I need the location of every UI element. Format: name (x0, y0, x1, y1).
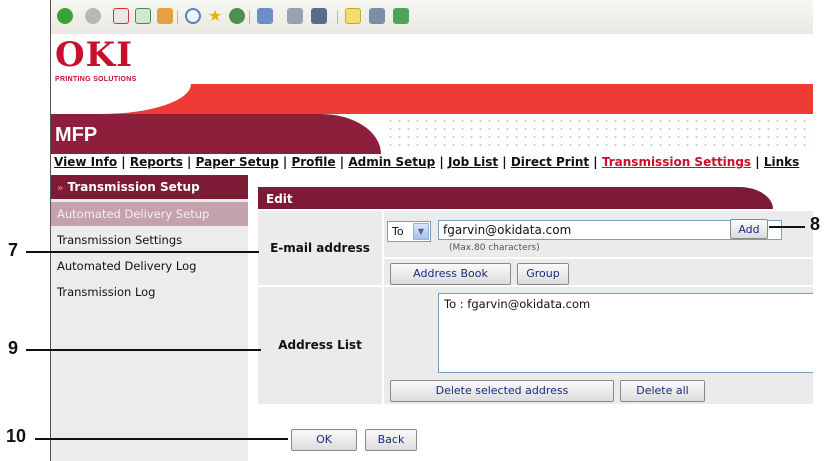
nav-direct-print[interactable]: Direct Print (511, 155, 589, 169)
nav-paper-setup[interactable]: Paper Setup (196, 155, 279, 169)
nav-job-list[interactable]: Job List (448, 155, 498, 169)
stop-icon[interactable] (113, 8, 129, 24)
back-icon[interactable] (57, 8, 73, 24)
delete-all-button[interactable]: Delete all (620, 380, 705, 402)
favorites-icon[interactable]: ★ (207, 8, 223, 24)
sidebar-item-automated-delivery-setup[interactable]: Automated Delivery Setup (51, 202, 248, 226)
product-title: MFP (55, 124, 98, 146)
browser-toolbar: ★ (51, 0, 813, 35)
nav-view-info[interactable]: View Info (54, 155, 117, 169)
callout-line-7 (26, 251, 259, 253)
callout-9: 9 (8, 338, 19, 358)
discuss-icon[interactable] (345, 8, 361, 24)
callout-7: 7 (8, 240, 19, 260)
nav-reports[interactable]: Reports (130, 155, 183, 169)
toolbar-separator (177, 10, 178, 24)
main-nav: View Info | Reports | Paper Setup | Prof… (54, 155, 800, 169)
address-list-label: Address List (258, 287, 382, 404)
list-item[interactable]: To : fgarvin@okidata.com (444, 297, 813, 311)
forward-icon[interactable] (85, 8, 101, 24)
sidebar-item-transmission-log[interactable]: Transmission Log (51, 280, 248, 304)
nav-profile[interactable]: Profile (291, 155, 335, 169)
chevron-down-icon: ▼ (413, 223, 429, 240)
address-list[interactable]: To : fgarvin@okidata.com (438, 293, 813, 373)
messenger-icon[interactable] (393, 8, 409, 24)
sidebar-item-transmission-settings[interactable]: Transmission Settings (51, 228, 248, 252)
email-hint: (Max.80 characters) (449, 243, 540, 253)
refresh-icon[interactable] (135, 8, 151, 24)
back-button[interactable]: Back (365, 429, 417, 451)
mail-icon[interactable] (257, 8, 273, 24)
callout-line-8 (769, 226, 805, 228)
home-icon[interactable] (157, 8, 173, 24)
edit-icon[interactable] (311, 8, 327, 24)
product-banner (51, 114, 381, 154)
dot-pattern (386, 117, 813, 151)
toolbar-separator (337, 10, 338, 24)
print-icon[interactable] (287, 8, 303, 24)
nav-transmission-settings[interactable]: Transmission Settings (602, 155, 751, 169)
edit-section-header: Edit (258, 187, 773, 209)
callout-8: 8 (810, 214, 821, 234)
history-icon[interactable] (229, 8, 245, 24)
research-icon[interactable] (369, 8, 385, 24)
nav-admin-setup[interactable]: Admin Setup (348, 155, 435, 169)
toolbar-separator (249, 10, 250, 24)
group-button[interactable]: Group (517, 263, 569, 285)
search-icon[interactable] (185, 8, 201, 24)
oki-logo: OKI (55, 35, 134, 75)
delete-selected-button[interactable]: Delete selected address (390, 380, 614, 402)
add-button[interactable]: Add (730, 219, 768, 239)
callout-line-9 (26, 349, 261, 351)
email-label: E-mail address (258, 211, 382, 285)
logo-tagline: PRINTING SOLUTIONS (55, 76, 137, 83)
sidebar: » Transmission Setup Automated Delivery S… (51, 175, 248, 461)
callout-10: 10 (6, 426, 27, 446)
nav-links[interactable]: Links (764, 155, 799, 169)
sidebar-heading: » Transmission Setup (51, 175, 248, 199)
callout-line-10 (35, 438, 288, 440)
browser-window: ★ OKI PRINTING SOLUTIONS MFP View Info |… (50, 0, 813, 461)
address-book-button[interactable]: Address Book (390, 263, 511, 285)
header-red-band (51, 84, 813, 114)
chevron-icon: » (57, 183, 64, 194)
ok-button[interactable]: OK (291, 429, 357, 451)
recipient-type-select[interactable]: To ▼ (387, 221, 431, 242)
sidebar-item-automated-delivery-log[interactable]: Automated Delivery Log (51, 254, 248, 278)
